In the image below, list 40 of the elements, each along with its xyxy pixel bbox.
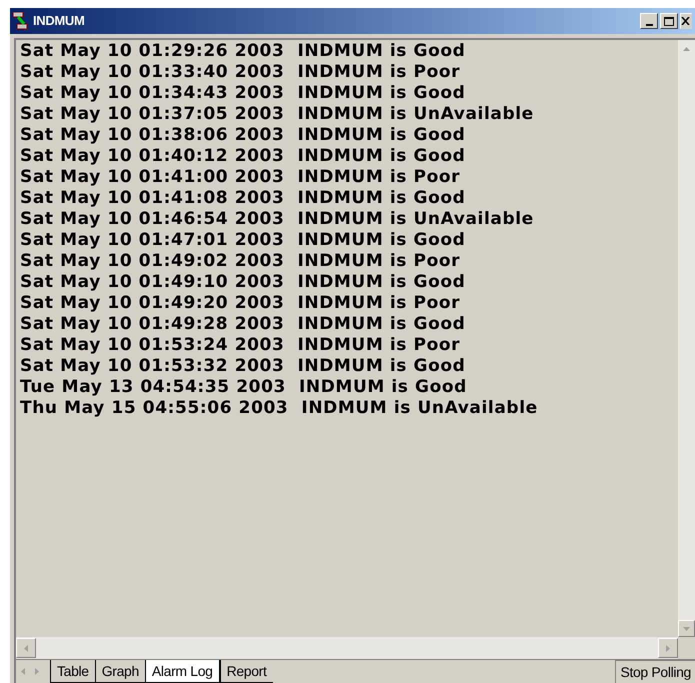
scroll-left-button[interactable] <box>16 638 36 658</box>
maximize-button[interactable] <box>660 13 678 29</box>
scroll-right-button[interactable] <box>658 638 678 658</box>
up-arrow-icon <box>683 46 690 50</box>
log-line: Sat May 10 01:53:32 2003 INDMUM is Good <box>20 356 466 377</box>
log-line: Sat May 10 01:41:08 2003 INDMUM is Good <box>20 188 466 209</box>
log-line: Sat May 10 01:47:01 2003 INDMUM is Good <box>20 230 466 251</box>
log-line: Sat May 10 01:49:20 2003 INDMUM is Poor <box>20 293 462 314</box>
tab[interactable]: Alarm Log <box>144 660 220 683</box>
tab[interactable]: Report <box>220 660 272 683</box>
log-line: Sat May 10 01:53:24 2003 INDMUM is Poor <box>20 335 462 356</box>
stop-polling-button[interactable]: Stop Polling <box>615 660 695 683</box>
log-line: Sat May 10 01:33:40 2003 INDMUM is Poor <box>20 62 462 83</box>
right-arrow-icon <box>35 668 39 675</box>
tab[interactable]: Table <box>50 660 95 683</box>
right-arrow-icon <box>666 644 670 652</box>
left-arrow-icon <box>24 644 28 652</box>
log-line: Sat May 10 01:46:54 2003 INDMUM is UnAvailable <box>20 209 535 230</box>
down-arrow-icon <box>683 626 690 630</box>
left-arrow-icon <box>21 668 25 675</box>
log-line: Sat May 10 01:49:28 2003 INDMUM is Good <box>20 314 466 335</box>
close-icon <box>681 17 690 25</box>
horizontal-scrollbar[interactable] <box>16 637 678 659</box>
log-line: Thu May 15 04:55:06 2003 INDMUM is UnAvailable <box>20 398 539 419</box>
log-line: Sat May 10 01:41:00 2003 INDMUM is Poor <box>20 167 462 188</box>
app-icon <box>13 12 29 30</box>
log-line: Sat May 10 01:37:05 2003 INDMUM is UnAvailable <box>20 104 535 125</box>
log-line: Sat May 10 01:29:26 2003 INDMUM is Good <box>20 41 466 62</box>
log-line: Sat May 10 01:49:02 2003 INDMUM is Poor <box>20 251 462 272</box>
window-title: INDMUM <box>33 12 84 30</box>
minimize-button[interactable] <box>640 13 658 29</box>
close-button[interactable] <box>680 13 692 29</box>
log-line: Sat May 10 01:34:43 2003 INDMUM is Good <box>20 83 466 104</box>
log-line: Tue May 13 04:54:35 2003 INDMUM is Good <box>20 377 468 398</box>
log-line: Sat May 10 01:38:06 2003 INDMUM is Good <box>20 125 466 146</box>
scroll-down-button[interactable] <box>678 620 695 637</box>
tab[interactable]: Graph <box>94 660 145 683</box>
log-line: Sat May 10 01:40:12 2003 INDMUM is Good <box>20 146 466 167</box>
vertical-scrollbar[interactable] <box>678 40 695 637</box>
log-line: Sat May 10 01:49:10 2003 INDMUM is Good <box>20 272 466 293</box>
